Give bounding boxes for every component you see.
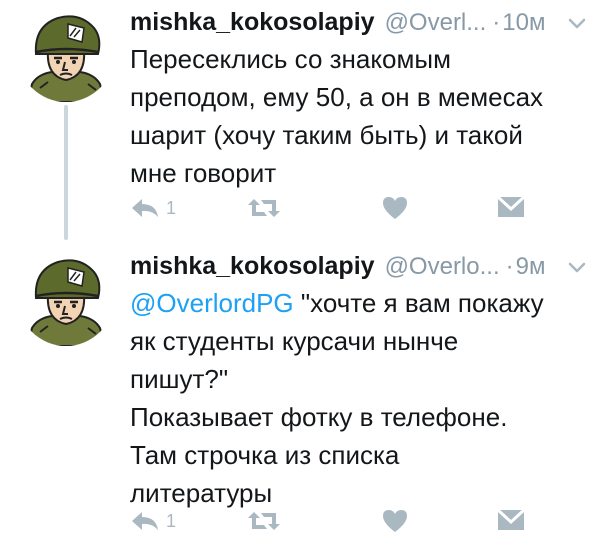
mention-link[interactable]: @OverlordPG — [130, 288, 294, 318]
tweet-text-fragment: "хочте я вам покажу — [293, 288, 544, 318]
envelope-icon — [497, 509, 525, 530]
envelope-icon — [497, 196, 525, 217]
reply-count: 1 — [166, 511, 177, 531]
avatar[interactable] — [18, 6, 114, 102]
retweet-icon — [248, 512, 280, 530]
retweet-icon — [248, 199, 280, 217]
author-handle[interactable]: @Overlo... — [385, 253, 500, 281]
heart-icon — [383, 510, 407, 532]
time-separator: · — [505, 253, 514, 280]
avatar-soldier-illustration — [19, 251, 113, 346]
tweet[interactable]: mishka_kokosolapiy @Overlo... · 9м @Over… — [0, 244, 600, 544]
chevron-down-icon[interactable] — [566, 256, 588, 278]
reply-count: 1 — [166, 198, 177, 218]
tweet-text-line: пишут?" — [130, 364, 229, 394]
tweet-actions: 1 — [130, 196, 530, 226]
tweet-header: mishka_kokosolapiy @Overl... · 10м — [130, 8, 590, 42]
tweet-text-line: @OverlordPG "хочте я вам покажу — [130, 284, 590, 322]
tweet-text: @OverlordPG "хочте я вам покажу як студе… — [130, 284, 590, 512]
tweet-text-line: Показывает фотку в телефоне. — [130, 402, 508, 432]
avatar[interactable] — [18, 250, 114, 346]
tweet-text-line: як студенты курсачи нынче — [130, 326, 459, 356]
tweet-text-line: мне говорит — [130, 158, 277, 188]
direct-message-button[interactable] — [497, 509, 525, 531]
reply-icon — [132, 198, 158, 217]
reply-button[interactable]: 1 — [130, 196, 176, 219]
chevron-down-icon[interactable] — [566, 12, 588, 34]
tweet[interactable]: mishka_kokosolapiy @Overl... · 10м Перес… — [0, 0, 600, 240]
tweet-text-line: преподом, ему 50, а он в мемесах — [130, 82, 544, 112]
author-handle[interactable]: @Overl... — [385, 9, 487, 37]
avatar-soldier-illustration — [19, 7, 113, 102]
retweet-button[interactable] — [247, 509, 281, 533]
tweet-text-line: Там строчка из списка — [130, 440, 400, 470]
timestamp[interactable]: 10м — [502, 9, 545, 37]
author-name[interactable]: mishka_kokosolapiy — [130, 8, 375, 37]
reply-icon — [132, 511, 158, 530]
tweet-text-line: литературы — [130, 478, 273, 508]
retweet-button[interactable] — [247, 196, 281, 220]
heart-icon — [383, 197, 407, 219]
direct-message-button[interactable] — [497, 196, 525, 218]
tweet-text: Пересеклись со знакомым преподом, ему 50… — [130, 40, 590, 192]
timestamp[interactable]: 9м — [516, 253, 546, 281]
reply-button[interactable]: 1 — [130, 509, 176, 532]
like-button[interactable] — [382, 196, 408, 220]
time-separator: · — [492, 9, 501, 36]
tweet-header: mishka_kokosolapiy @Overlo... · 9м — [130, 252, 590, 286]
tweet-text-line: Пересеклись со знакомым — [130, 44, 451, 74]
tweet-text-line: шарит (хочу таким быть) и такой — [130, 120, 523, 150]
author-name[interactable]: mishka_kokosolapiy — [130, 252, 375, 281]
like-button[interactable] — [382, 509, 408, 533]
tweet-actions: 1 — [130, 509, 530, 539]
